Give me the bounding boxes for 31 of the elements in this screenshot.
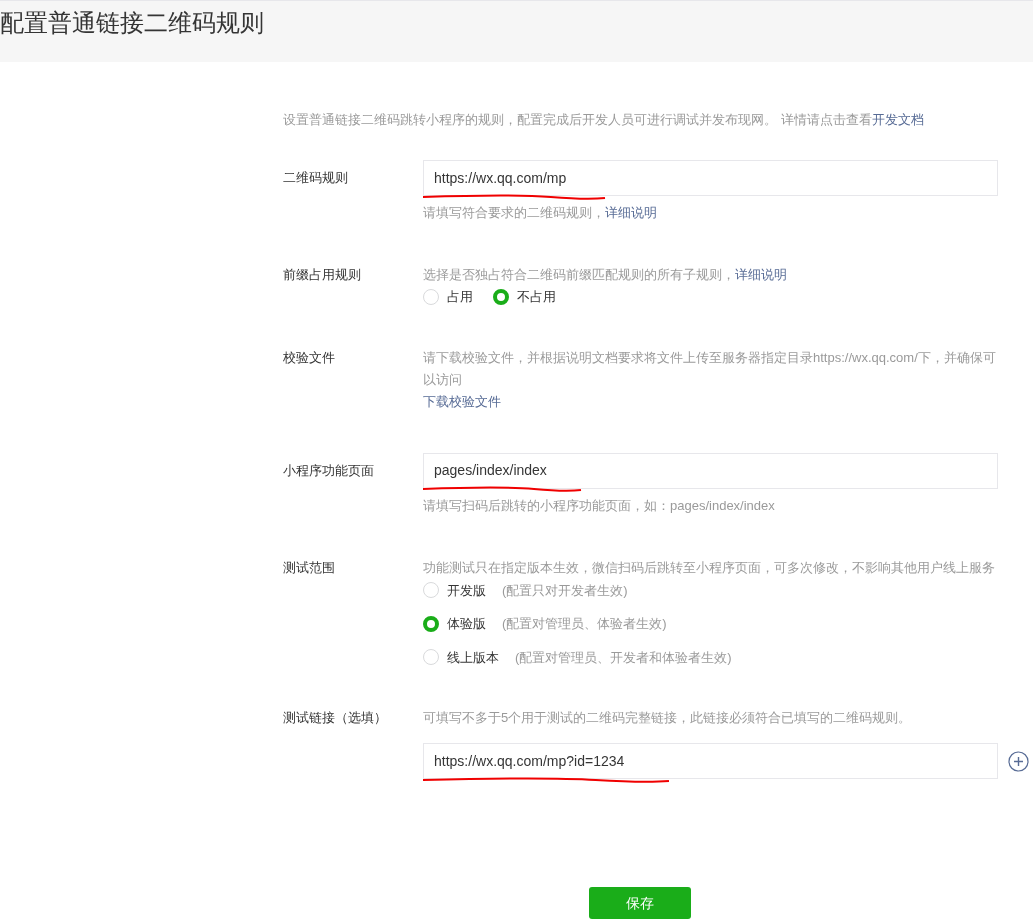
field-label: 测试链接（选填） bbox=[283, 709, 388, 727]
docs-link[interactable]: 开发文档 bbox=[871, 112, 924, 127]
page-title: 配置普通链接二维码规则 bbox=[0, 7, 264, 38]
hint-text: 请填写扫码后跳转的小程序功能页面，如：pages/index/index bbox=[423, 496, 776, 515]
radio-label: 线上版本 bbox=[447, 648, 499, 667]
hint-text: 功能测试只在指定版本生效，微信扫码后跳转至小程序页面，可多次修改，不影响其他用户线上服务 bbox=[423, 558, 996, 577]
hint-text: 可填写不多于5个用于测试的二维码完整链接，此链接必须符合已填写的二维码规则。 bbox=[423, 709, 913, 727]
radio-note: (配置对管理员、体验者生效) bbox=[502, 615, 667, 633]
hint-text: 选择是否独占符合二维码前缀匹配规则的所有子规则，详细说明 bbox=[423, 266, 788, 284]
radio-button[interactable] bbox=[493, 288, 509, 305]
add-circle-icon[interactable] bbox=[1008, 750, 1029, 772]
field-label: 测试范围 bbox=[283, 558, 336, 577]
text-input-field[interactable]: pages/index/index bbox=[423, 452, 998, 489]
field-label: 校验文件 bbox=[283, 348, 336, 367]
radio-label: 占用 bbox=[447, 288, 473, 306]
radio-label: 开发版 bbox=[447, 581, 486, 600]
field-label: 前缀占用规则 bbox=[283, 266, 362, 284]
save-button[interactable]: 保存 bbox=[589, 887, 691, 919]
radio-note: (配置只对开发者生效) bbox=[502, 581, 628, 600]
hint-text: 请填写符合要求的二维码规则，详细说明 bbox=[423, 204, 658, 222]
radio-note: (配置对管理员、开发者和体验者生效) bbox=[515, 648, 732, 667]
intro-text: 设置普通链接二维码跳转小程序的规则，配置完成后开发人员可进行调试并发布现网。 详情请点击查看开发文档 bbox=[283, 111, 925, 129]
radio-button[interactable] bbox=[423, 615, 439, 632]
field-label: 二维码规则 bbox=[283, 169, 349, 187]
radio-label: 体验版 bbox=[447, 615, 486, 633]
hint-text: 请下载校验文件，并根据说明文档要求将文件上传至服务器指定目录https://wx.qq.com/下，并确保可以访问 bbox=[423, 348, 997, 389]
field-label: 小程序功能页面 bbox=[283, 461, 375, 480]
details-link[interactable]: 详细说明 bbox=[605, 205, 657, 220]
radio-label: 不占用 bbox=[517, 288, 556, 306]
details-link[interactable]: 详细说明 bbox=[735, 267, 787, 282]
download-link[interactable]: 下载校验文件 bbox=[423, 390, 501, 413]
